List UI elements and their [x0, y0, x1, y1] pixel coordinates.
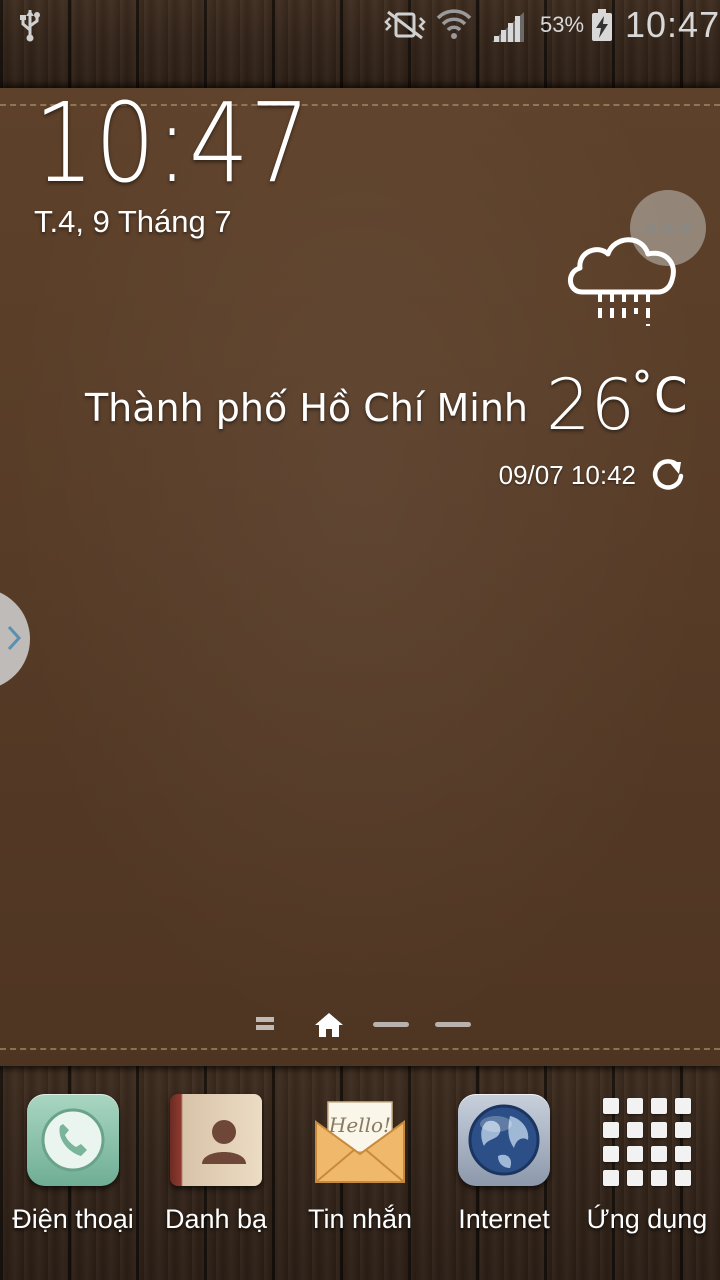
- page-indicator[interactable]: [0, 1008, 720, 1040]
- weather-unit: ˚C: [630, 368, 688, 424]
- clock-date: T.4, 9 Tháng 7: [34, 204, 232, 239]
- dock-label: Điện thoại: [12, 1204, 134, 1234]
- dock-item-apps[interactable]: Ứng dụng: [572, 1094, 720, 1254]
- signal-icon: [492, 12, 524, 42]
- home-icon[interactable]: [314, 1012, 344, 1038]
- usb-icon: [20, 10, 40, 42]
- phone-icon: [27, 1094, 119, 1186]
- weather-updated-time: 09/07 10:42: [498, 460, 636, 490]
- mute-vibrate-icon: [384, 10, 426, 40]
- dock-label: Danh bạ: [164, 1204, 268, 1234]
- chevron-right-icon: [7, 625, 22, 651]
- status-bar[interactable]: 53% 10:47: [0, 0, 720, 50]
- globe-icon: [458, 1094, 550, 1186]
- messages-icon: Hello!: [314, 1094, 406, 1186]
- more-dot: [679, 222, 691, 234]
- apps-grid-icon: [603, 1094, 691, 1186]
- weather-city: Thành phố Hồ Chí Minh: [84, 386, 528, 430]
- contacts-icon: [170, 1094, 262, 1186]
- dock-label: Ứng dụng: [586, 1204, 708, 1234]
- status-bar-time: 10:47: [625, 4, 720, 45]
- clock-time: 10:47: [34, 79, 311, 207]
- battery-percent: 53%: [540, 12, 585, 37]
- dock-item-internet[interactable]: Internet: [429, 1094, 579, 1254]
- page-dot[interactable]: [373, 1022, 409, 1027]
- wifi-icon: [436, 9, 472, 39]
- battery-charging-icon: [592, 9, 612, 41]
- home-screen: 53% 10:47 10:47 T.4, 9 Tháng 7 Thành phố…: [0, 0, 720, 1280]
- page-list-icon[interactable]: [256, 1016, 274, 1032]
- dock-label: Tin nhắn: [307, 1204, 413, 1234]
- page-dot[interactable]: [435, 1022, 471, 1027]
- dock-item-messages[interactable]: Hello! Tin nhắn: [285, 1094, 435, 1254]
- dock-item-phone[interactable]: Điện thoại: [0, 1094, 148, 1254]
- rain-cloud-icon: [568, 237, 676, 326]
- dock-item-contacts[interactable]: Danh bạ: [141, 1094, 291, 1254]
- svg-text:Hello!: Hello!: [328, 1113, 391, 1137]
- weather-temperature: 26: [546, 364, 636, 446]
- refresh-icon[interactable]: [650, 456, 686, 492]
- stitching-bottom: [0, 1048, 720, 1050]
- dock-label: Internet: [458, 1204, 550, 1234]
